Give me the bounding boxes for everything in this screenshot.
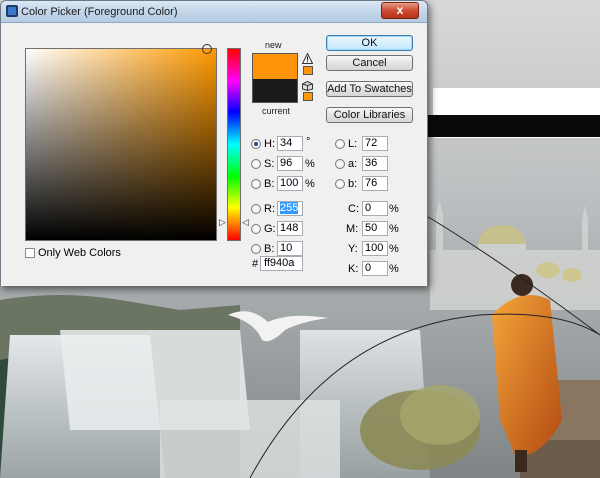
b-channel-label: b:: [348, 178, 358, 190]
color-libraries-button[interactable]: Color Libraries: [326, 107, 413, 123]
black-key-field[interactable]: 0: [362, 261, 388, 276]
cyan-field[interactable]: 0: [362, 201, 388, 216]
brightness-field[interactable]: 100: [277, 176, 303, 191]
color-field-brightness: [26, 49, 216, 240]
a-channel-field[interactable]: 36: [362, 156, 388, 171]
b-channel-field[interactable]: 76: [362, 176, 388, 191]
black-key-unit: %: [389, 263, 399, 275]
blue-radio[interactable]: [251, 244, 261, 254]
close-icon: x: [396, 3, 404, 17]
a-channel-label: a:: [348, 158, 358, 170]
b-channel-radio[interactable]: [335, 179, 345, 189]
ok-button[interactable]: OK: [326, 35, 413, 51]
green-label: G:: [264, 223, 276, 235]
saturation-field[interactable]: 96: [277, 156, 303, 171]
title-bar[interactable]: Color Picker (Foreground Color) x: [1, 1, 427, 23]
yellow-unit: %: [389, 243, 399, 255]
hue-slider[interactable]: [227, 48, 241, 241]
hue-unit: °: [306, 136, 311, 148]
yellow-label: Y:: [348, 243, 358, 255]
green-field[interactable]: 148: [277, 221, 303, 236]
green-radio[interactable]: [251, 224, 261, 234]
only-web-colors-label: Only Web Colors: [38, 247, 121, 259]
warning-triangle-icon[interactable]: [302, 53, 313, 64]
hue-field[interactable]: 34: [277, 136, 303, 151]
blue-field[interactable]: 10: [277, 241, 303, 256]
current-color-label: current: [262, 106, 291, 116]
saturation-radio[interactable]: [251, 159, 261, 169]
brightness-radio[interactable]: [251, 179, 261, 189]
only-web-colors-checkbox[interactable]: [25, 248, 35, 258]
lightness-radio[interactable]: [335, 139, 345, 149]
saturation-unit: %: [305, 158, 315, 170]
brightness-unit: %: [305, 178, 315, 190]
yellow-field[interactable]: 100: [362, 241, 388, 256]
a-channel-radio[interactable]: [335, 159, 345, 169]
lightness-field[interactable]: 72: [362, 136, 388, 151]
photoshop-app-icon: [6, 5, 18, 17]
current-color-swatch[interactable]: [252, 79, 298, 103]
red-field-value: 255: [280, 202, 299, 214]
new-color-label: new: [265, 40, 282, 50]
hue-slider-right-arrow-icon[interactable]: ◁: [242, 217, 249, 228]
red-radio[interactable]: [251, 204, 261, 214]
hex-hash-label: #: [252, 258, 259, 270]
red-label: R:: [264, 203, 275, 215]
magenta-unit: %: [389, 223, 399, 235]
black-key-label: K:: [348, 263, 359, 275]
new-color-swatch[interactable]: [252, 53, 298, 79]
web-cube-icon[interactable]: [302, 81, 313, 91]
hue-slider-left-arrow-icon[interactable]: ▷: [219, 217, 226, 228]
color-field[interactable]: [25, 48, 217, 241]
saturation-label: S:: [264, 158, 275, 170]
lightness-label: L:: [348, 138, 358, 150]
blue-label: B:: [264, 243, 275, 255]
cyan-label: C:: [348, 203, 359, 215]
magenta-label: M:: [346, 223, 359, 235]
brightness-label: B:: [264, 178, 275, 190]
red-field[interactable]: 255: [277, 201, 303, 216]
add-to-swatches-button[interactable]: Add To Swatches: [326, 81, 413, 97]
cyan-unit: %: [389, 203, 399, 215]
hue-label: H:: [264, 138, 275, 150]
web-safe-swatch[interactable]: [303, 92, 313, 101]
hue-radio[interactable]: [251, 139, 261, 149]
color-field-cursor[interactable]: [202, 44, 212, 54]
magenta-field[interactable]: 50: [362, 221, 388, 236]
hex-field[interactable]: ff940a: [260, 256, 303, 271]
close-button[interactable]: x: [381, 2, 419, 19]
gamut-warning-swatch[interactable]: [303, 66, 313, 75]
window-title: Color Picker (Foreground Color): [21, 6, 178, 18]
cancel-button[interactable]: Cancel: [326, 55, 413, 71]
